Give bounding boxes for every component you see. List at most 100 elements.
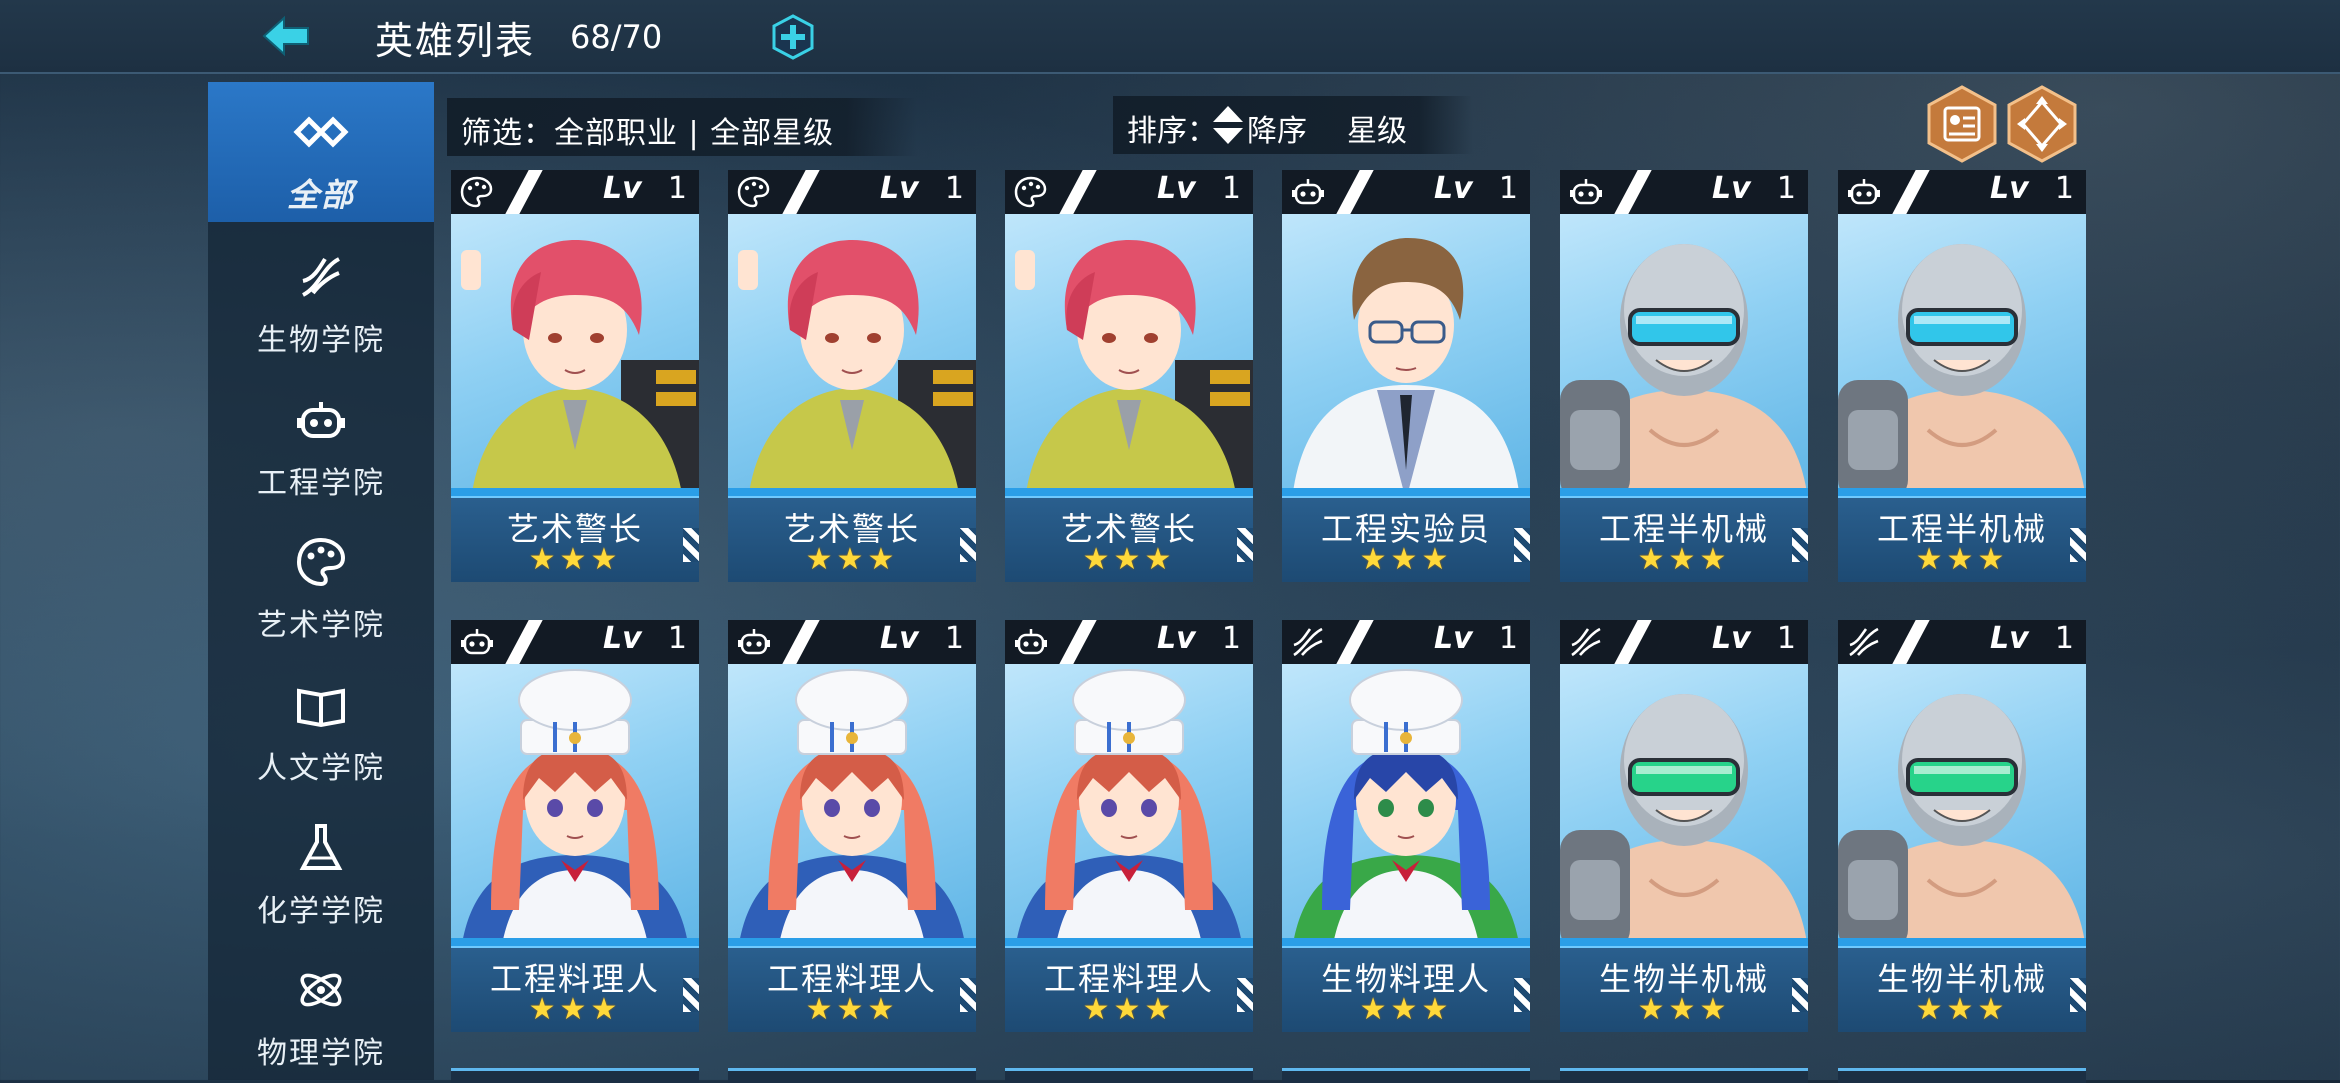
hero-portrait-image xyxy=(738,240,976,496)
sidebar-item-engineering[interactable]: 工程学院 xyxy=(208,370,434,510)
hero-portrait-image xyxy=(1292,669,1520,946)
hero-portrait-image xyxy=(1560,694,1808,946)
hero-card-footer: 生物半机械 ★★★ xyxy=(1560,946,1808,1032)
hero-card[interactable]: Lv 1 工程料理人 ★★★ xyxy=(451,620,699,1032)
palette-icon xyxy=(296,537,346,587)
level-label: Lv xyxy=(1157,171,1196,206)
star-rating: ★★★ xyxy=(805,992,899,1027)
level-label: Lv xyxy=(1990,171,2029,206)
hero-portrait xyxy=(1560,214,1808,496)
sidebar-item-label: 物理学院 xyxy=(257,1036,385,1071)
back-button[interactable] xyxy=(258,10,314,62)
back-arrow-icon xyxy=(262,15,309,57)
hero-card-partial[interactable] xyxy=(728,1068,976,1083)
portrait-glow xyxy=(1282,488,1530,496)
level-label: Lv xyxy=(1712,621,1751,656)
hero-card-partial[interactable] xyxy=(1560,1068,1808,1083)
header-divider xyxy=(1336,620,1374,664)
header-divider xyxy=(782,620,820,664)
level-label: Lv xyxy=(1434,171,1473,206)
expand-arrows-icon xyxy=(2007,85,2077,163)
palette-icon xyxy=(737,176,770,208)
hero-card-header: Lv 1 xyxy=(728,620,976,664)
hero-card[interactable]: Lv 1 工程料理人 ★★★ xyxy=(728,620,976,1032)
hero-portrait-image xyxy=(461,240,699,496)
hero-portrait-image xyxy=(1292,238,1520,496)
filter-button[interactable]: 筛选：全部职业 | 全部星级 xyxy=(447,98,917,156)
hero-card-header: Lv 1 xyxy=(1838,620,2086,664)
level-value: 1 xyxy=(667,621,687,656)
hero-card[interactable]: Lv 1 生物半机械 ★★★ xyxy=(1560,620,1808,1032)
header-divider xyxy=(782,170,820,214)
sort-order-button[interactable]: 降序 xyxy=(1247,106,1307,150)
star-rating: ★★★ xyxy=(1082,542,1176,577)
corner-pattern xyxy=(1237,528,1253,562)
hero-card[interactable]: Lv 1 生物料理人 ★★★ xyxy=(1282,620,1530,1032)
header-divider xyxy=(505,170,543,214)
portrait-glow xyxy=(451,488,699,496)
dna-icon xyxy=(301,257,341,297)
star-rating: ★★★ xyxy=(528,542,622,577)
hero-card-footer: 艺术警长 ★★★ xyxy=(1005,496,1253,582)
sort-label: 排序： xyxy=(1127,114,1217,149)
level-label: Lv xyxy=(880,621,919,656)
sort-field-button[interactable]: 星级 xyxy=(1347,106,1407,150)
sidebar-item-label: 工程学院 xyxy=(257,466,385,501)
hero-card-footer: 工程料理人 ★★★ xyxy=(1005,946,1253,1032)
palette-icon xyxy=(1014,176,1047,208)
hero-portrait-image xyxy=(1560,244,1808,496)
level-value: 1 xyxy=(2054,171,2074,206)
hero-card[interactable]: Lv 1 生物半机械 ★★★ xyxy=(1838,620,2086,1032)
settings-hex-button[interactable] xyxy=(2005,84,2079,164)
sidebar-item-label: 化学学院 xyxy=(257,894,385,929)
robot-icon xyxy=(1848,179,1880,205)
sidebar-item-physics[interactable]: 物理学院 xyxy=(208,940,434,1080)
hero-card[interactable]: Lv 1 艺术警长 ★★★ xyxy=(1005,170,1253,582)
level-label: Lv xyxy=(1712,171,1751,206)
hero-card-view-button[interactable] xyxy=(1925,84,1999,164)
star-rating: ★★★ xyxy=(1915,992,2009,1027)
hero-card-partial[interactable] xyxy=(1282,1068,1530,1083)
robot-icon xyxy=(461,629,493,655)
hero-card[interactable]: Lv 1 艺术警长 ★★★ xyxy=(728,170,976,582)
hero-card-header: Lv 1 xyxy=(1560,170,1808,214)
add-slot-button[interactable] xyxy=(770,14,816,60)
level-label: Lv xyxy=(1157,621,1196,656)
hero-card[interactable]: Lv 1 工程半机械 ★★★ xyxy=(1560,170,1808,582)
hero-card-partial[interactable] xyxy=(1838,1068,2086,1083)
sidebar-item-art[interactable]: 艺术学院 xyxy=(208,512,434,652)
sidebar-item-label: 生物学院 xyxy=(257,323,385,358)
level-label: Lv xyxy=(1990,621,2029,656)
hero-portrait xyxy=(1282,214,1530,496)
star-rating: ★★★ xyxy=(528,992,622,1027)
corner-pattern xyxy=(2070,978,2086,1012)
sidebar-item-biology[interactable]: 生物学院 xyxy=(208,227,434,367)
corner-pattern xyxy=(960,978,976,1012)
robot-icon xyxy=(738,629,770,655)
corner-pattern xyxy=(1237,978,1253,1012)
hero-card[interactable]: Lv 1 工程料理人 ★★★ xyxy=(1005,620,1253,1032)
sidebar-item-humanities[interactable]: 人文学院 xyxy=(208,655,434,795)
hero-card[interactable]: Lv 1 艺术警长 ★★★ xyxy=(451,170,699,582)
level-label: Lv xyxy=(1434,621,1473,656)
hero-card[interactable]: Lv 1 工程实验员 ★★★ xyxy=(1282,170,1530,582)
corner-pattern xyxy=(1514,978,1530,1012)
sidebar-item-label: 艺术学院 xyxy=(257,608,385,643)
portrait-glow xyxy=(1560,938,1808,946)
portrait-glow xyxy=(1838,938,2086,946)
hero-portrait-image xyxy=(1015,240,1253,496)
sidebar-item-chemistry[interactable]: 化学学院 xyxy=(208,798,434,938)
hero-portrait-image xyxy=(461,669,689,946)
hero-portrait xyxy=(1005,664,1253,946)
hero-card-partial[interactable] xyxy=(451,1068,699,1083)
infinity-icon xyxy=(293,116,349,148)
level-value: 1 xyxy=(1498,171,1518,206)
header-divider xyxy=(1892,620,1930,664)
hero-card[interactable]: Lv 1 工程半机械 ★★★ xyxy=(1838,170,2086,582)
sort-order-toggle-icon[interactable] xyxy=(1211,104,1245,146)
sidebar-item-all[interactable]: 全部 xyxy=(208,82,434,222)
level-value: 1 xyxy=(944,621,964,656)
hero-card-partial[interactable] xyxy=(1005,1068,1253,1083)
hero-card-header: Lv 1 xyxy=(728,170,976,214)
hero-card-header: Lv 1 xyxy=(451,620,699,664)
